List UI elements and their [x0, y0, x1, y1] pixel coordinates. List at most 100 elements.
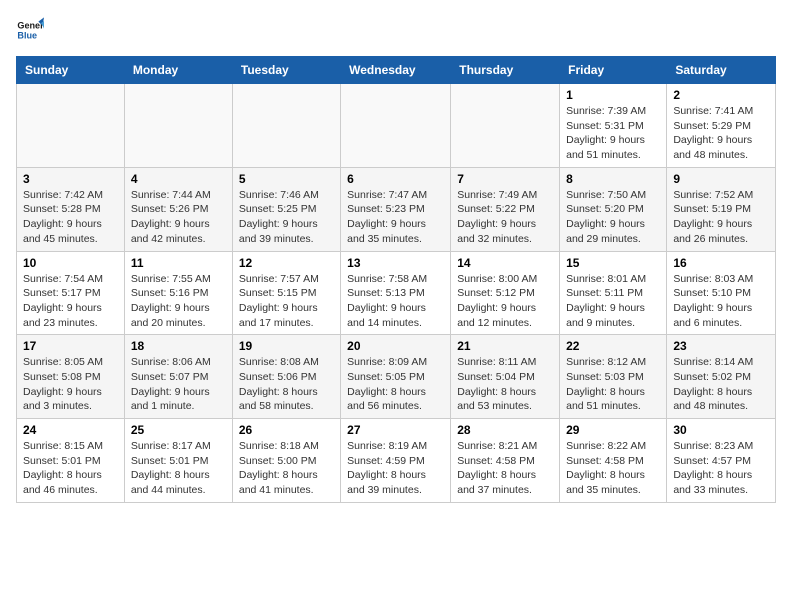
day-info: Sunrise: 8:17 AM Sunset: 5:01 PM Dayligh… — [131, 439, 226, 498]
calendar-cell — [232, 84, 340, 168]
day-info: Sunrise: 7:39 AM Sunset: 5:31 PM Dayligh… — [566, 104, 660, 163]
day-info: Sunrise: 8:00 AM Sunset: 5:12 PM Dayligh… — [457, 272, 553, 331]
day-info: Sunrise: 7:44 AM Sunset: 5:26 PM Dayligh… — [131, 188, 226, 247]
day-info: Sunrise: 8:09 AM Sunset: 5:05 PM Dayligh… — [347, 355, 444, 414]
day-info: Sunrise: 8:22 AM Sunset: 4:58 PM Dayligh… — [566, 439, 660, 498]
day-info: Sunrise: 7:58 AM Sunset: 5:13 PM Dayligh… — [347, 272, 444, 331]
calendar-cell: 30 Sunrise: 8:23 AM Sunset: 4:57 PM Dayli… — [667, 419, 776, 503]
calendar-cell: 9 Sunrise: 7:52 AM Sunset: 5:19 PM Daylig… — [667, 167, 776, 251]
day-info: Sunrise: 8:06 AM Sunset: 5:07 PM Dayligh… — [131, 355, 226, 414]
day-info: Sunrise: 7:49 AM Sunset: 5:22 PM Dayligh… — [457, 188, 553, 247]
day-number: 30 — [673, 423, 769, 437]
day-info: Sunrise: 8:08 AM Sunset: 5:06 PM Dayligh… — [239, 355, 334, 414]
day-info: Sunrise: 7:57 AM Sunset: 5:15 PM Dayligh… — [239, 272, 334, 331]
day-number: 11 — [131, 256, 226, 270]
calendar-cell: 10Sunrise: 7:54 AM Sunset: 5:17 PM Dayli… — [17, 251, 125, 335]
day-number: 17 — [23, 339, 118, 353]
day-number: 26 — [239, 423, 334, 437]
day-info: Sunrise: 8:18 AM Sunset: 5:00 PM Dayligh… — [239, 439, 334, 498]
logo: General Blue — [16, 16, 48, 44]
day-number: 4 — [131, 172, 226, 186]
day-number: 10 — [23, 256, 118, 270]
day-number: 3 — [23, 172, 118, 186]
day-header-sunday: Sunday — [17, 57, 125, 84]
day-number: 13 — [347, 256, 444, 270]
calendar-cell — [341, 84, 451, 168]
calendar-week-5: 24 Sunrise: 8:15 AM Sunset: 5:01 PM Dayli… — [17, 419, 776, 503]
day-number: 1 — [566, 88, 660, 102]
calendar-cell: 27Sunrise: 8:19 AM Sunset: 4:59 PM Dayli… — [341, 419, 451, 503]
day-header-thursday: Thursday — [451, 57, 560, 84]
calendar-cell: 22Sunrise: 8:12 AM Sunset: 5:03 PM Dayli… — [560, 335, 667, 419]
calendar-cell: 16Sunrise: 8:03 AM Sunset: 5:10 PM Dayli… — [667, 251, 776, 335]
day-number: 2 — [673, 88, 769, 102]
day-header-tuesday: Tuesday — [232, 57, 340, 84]
calendar-cell: 12 Sunrise: 7:57 AM Sunset: 5:15 PM Dayli… — [232, 251, 340, 335]
calendar-cell: 23 Sunrise: 8:14 AM Sunset: 5:02 PM Dayli… — [667, 335, 776, 419]
calendar-cell — [124, 84, 232, 168]
day-info: Sunrise: 8:15 AM Sunset: 5:01 PM Dayligh… — [23, 439, 118, 498]
day-number: 22 — [566, 339, 660, 353]
day-number: 12 — [239, 256, 334, 270]
calendar-cell: 26 Sunrise: 8:18 AM Sunset: 5:00 PM Dayli… — [232, 419, 340, 503]
calendar-cell: 15 Sunrise: 8:01 AM Sunset: 5:11 PM Dayli… — [560, 251, 667, 335]
day-info: Sunrise: 8:14 AM Sunset: 5:02 PM Dayligh… — [673, 355, 769, 414]
day-info: Sunrise: 7:42 AM Sunset: 5:28 PM Dayligh… — [23, 188, 118, 247]
calendar-cell: 25 Sunrise: 8:17 AM Sunset: 5:01 PM Dayli… — [124, 419, 232, 503]
calendar-header-row: SundayMondayTuesdayWednesdayThursdayFrid… — [17, 57, 776, 84]
day-number: 20 — [347, 339, 444, 353]
page-header: General Blue — [16, 16, 776, 44]
day-number: 6 — [347, 172, 444, 186]
day-number: 14 — [457, 256, 553, 270]
calendar-cell: 20 Sunrise: 8:09 AM Sunset: 5:05 PM Dayli… — [341, 335, 451, 419]
calendar-week-3: 10Sunrise: 7:54 AM Sunset: 5:17 PM Dayli… — [17, 251, 776, 335]
day-number: 24 — [23, 423, 118, 437]
calendar-cell — [17, 84, 125, 168]
day-info: Sunrise: 8:03 AM Sunset: 5:10 PM Dayligh… — [673, 272, 769, 331]
day-info: Sunrise: 8:01 AM Sunset: 5:11 PM Dayligh… — [566, 272, 660, 331]
calendar-cell: 13 Sunrise: 7:58 AM Sunset: 5:13 PM Dayli… — [341, 251, 451, 335]
day-header-wednesday: Wednesday — [341, 57, 451, 84]
day-number: 21 — [457, 339, 553, 353]
day-number: 7 — [457, 172, 553, 186]
day-info: Sunrise: 8:11 AM Sunset: 5:04 PM Dayligh… — [457, 355, 553, 414]
calendar-week-2: 3 Sunrise: 7:42 AM Sunset: 5:28 PM Daylig… — [17, 167, 776, 251]
day-number: 29 — [566, 423, 660, 437]
day-header-saturday: Saturday — [667, 57, 776, 84]
day-number: 28 — [457, 423, 553, 437]
calendar-cell: 24 Sunrise: 8:15 AM Sunset: 5:01 PM Dayli… — [17, 419, 125, 503]
calendar-cell: 29 Sunrise: 8:22 AM Sunset: 4:58 PM Dayli… — [560, 419, 667, 503]
day-header-friday: Friday — [560, 57, 667, 84]
day-number: 8 — [566, 172, 660, 186]
calendar-cell: 7 Sunrise: 7:49 AM Sunset: 5:22 PM Daylig… — [451, 167, 560, 251]
calendar-cell: 21 Sunrise: 8:11 AM Sunset: 5:04 PM Dayli… — [451, 335, 560, 419]
calendar-table: SundayMondayTuesdayWednesdayThursdayFrid… — [16, 56, 776, 503]
day-number: 9 — [673, 172, 769, 186]
calendar-cell: 6 Sunrise: 7:47 AM Sunset: 5:23 PM Daylig… — [341, 167, 451, 251]
day-info: Sunrise: 7:47 AM Sunset: 5:23 PM Dayligh… — [347, 188, 444, 247]
day-number: 18 — [131, 339, 226, 353]
day-info: Sunrise: 7:41 AM Sunset: 5:29 PM Dayligh… — [673, 104, 769, 163]
calendar-cell: 3 Sunrise: 7:42 AM Sunset: 5:28 PM Daylig… — [17, 167, 125, 251]
day-info: Sunrise: 7:50 AM Sunset: 5:20 PM Dayligh… — [566, 188, 660, 247]
day-info: Sunrise: 8:21 AM Sunset: 4:58 PM Dayligh… — [457, 439, 553, 498]
day-number: 15 — [566, 256, 660, 270]
day-number: 23 — [673, 339, 769, 353]
calendar-cell: 8 Sunrise: 7:50 AM Sunset: 5:20 PM Daylig… — [560, 167, 667, 251]
day-info: Sunrise: 7:52 AM Sunset: 5:19 PM Dayligh… — [673, 188, 769, 247]
calendar-cell: 4 Sunrise: 7:44 AM Sunset: 5:26 PM Daylig… — [124, 167, 232, 251]
day-number: 25 — [131, 423, 226, 437]
calendar-cell: 11 Sunrise: 7:55 AM Sunset: 5:16 PM Dayli… — [124, 251, 232, 335]
day-number: 19 — [239, 339, 334, 353]
logo-icon: General Blue — [16, 16, 44, 44]
svg-text:Blue: Blue — [17, 30, 37, 40]
day-info: Sunrise: 8:23 AM Sunset: 4:57 PM Dayligh… — [673, 439, 769, 498]
day-number: 5 — [239, 172, 334, 186]
day-info: Sunrise: 8:05 AM Sunset: 5:08 PM Dayligh… — [23, 355, 118, 414]
calendar-cell: 17 Sunrise: 8:05 AM Sunset: 5:08 PM Dayli… — [17, 335, 125, 419]
day-info: Sunrise: 8:19 AM Sunset: 4:59 PM Dayligh… — [347, 439, 444, 498]
calendar-cell — [451, 84, 560, 168]
day-info: Sunrise: 7:55 AM Sunset: 5:16 PM Dayligh… — [131, 272, 226, 331]
calendar-week-4: 17 Sunrise: 8:05 AM Sunset: 5:08 PM Dayli… — [17, 335, 776, 419]
calendar-week-1: 1 Sunrise: 7:39 AM Sunset: 5:31 PM Daylig… — [17, 84, 776, 168]
